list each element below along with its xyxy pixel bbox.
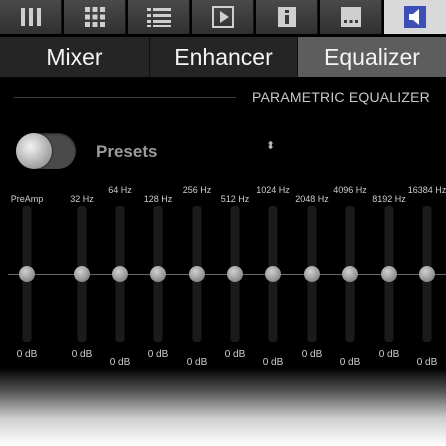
band-label: PreAmp: [10, 194, 44, 204]
band-label: 512 Hz: [220, 194, 250, 204]
bottom-reflection: [0, 368, 446, 446]
band-gain-value: 0 dB: [224, 349, 246, 360]
band-gain-value: 0 dB: [147, 349, 169, 360]
band-slider-knob[interactable]: [304, 266, 320, 282]
band-gain-value: 0 dB: [71, 349, 93, 360]
band-gain-value: 0 dB: [416, 357, 438, 368]
band-label: 64 Hz: [108, 185, 132, 195]
band-slider-knob[interactable]: [112, 266, 128, 282]
band-slider-knob[interactable]: [150, 266, 166, 282]
band-gain-value: 0 dB: [109, 357, 131, 368]
band-slider-knob[interactable]: [342, 266, 358, 282]
band-label: 128 Hz: [143, 194, 173, 204]
band-slider-knob[interactable]: [227, 266, 243, 282]
band-gain-value: 0 dB: [378, 349, 400, 360]
band-label: 16384 Hz: [407, 185, 446, 195]
band-gain-value: 0 dB: [301, 349, 323, 360]
band-slider-knob[interactable]: [265, 266, 281, 282]
band-gain-value: 0 dB: [186, 357, 208, 368]
band-gain-value: 0 dB: [262, 357, 284, 368]
band-slider-knob[interactable]: [189, 266, 205, 282]
band-label: 2048 Hz: [295, 194, 329, 204]
band-slider-knob[interactable]: [19, 266, 35, 282]
band-label: 4096 Hz: [333, 185, 367, 195]
band-slider-knob[interactable]: [381, 266, 397, 282]
band-label: 1024 Hz: [256, 185, 290, 195]
band-slider-knob[interactable]: [419, 266, 435, 282]
band-label: 8192 Hz: [372, 194, 406, 204]
band-label: 32 Hz: [70, 194, 94, 204]
band-gain-value: 0 dB: [16, 349, 38, 360]
band-slider-knob[interactable]: [74, 266, 90, 282]
band-gain-value: 0 dB: [339, 357, 361, 368]
band-label: 256 Hz: [182, 185, 212, 195]
